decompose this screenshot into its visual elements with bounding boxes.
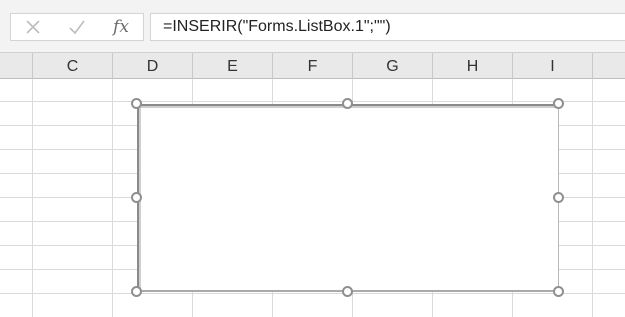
column-header-d[interactable]: D (113, 53, 193, 79)
gridline (0, 101, 625, 102)
fx-icon: fx (113, 17, 129, 37)
column-header-h[interactable]: H (433, 53, 513, 79)
resize-handle-top[interactable] (342, 98, 353, 109)
resize-handle-bottom[interactable] (342, 286, 353, 297)
column-header-f[interactable]: F (273, 53, 353, 79)
formula-bar: fx =INSERIR("Forms.ListBox.1";"") (0, 0, 625, 52)
gridline (112, 79, 113, 317)
column-header-e[interactable]: E (193, 53, 273, 79)
column-header-row: C D E F G H I (0, 52, 625, 79)
cancel-button[interactable] (19, 14, 47, 40)
gridline (32, 79, 33, 317)
column-header-c[interactable]: C (33, 53, 113, 79)
formula-controls: fx (10, 13, 144, 41)
close-icon (26, 20, 40, 34)
resize-handle-left[interactable] (131, 192, 142, 203)
resize-handle-bottom-left[interactable] (131, 286, 142, 297)
enter-button[interactable] (63, 14, 91, 40)
formula-input[interactable]: =INSERIR("Forms.ListBox.1";"") (150, 13, 625, 41)
column-header-partial[interactable] (0, 53, 33, 79)
resize-handle-bottom-right[interactable] (553, 286, 564, 297)
gridline (592, 79, 593, 317)
column-header-i[interactable]: I (513, 53, 593, 79)
resize-handle-top-right[interactable] (553, 98, 564, 109)
gridline (0, 293, 625, 294)
resize-handle-top-left[interactable] (131, 98, 142, 109)
listbox-control[interactable] (137, 104, 559, 292)
insert-function-button[interactable]: fx (107, 14, 135, 40)
column-header-g[interactable]: G (353, 53, 433, 79)
check-icon (69, 20, 85, 35)
resize-handle-right[interactable] (553, 192, 564, 203)
